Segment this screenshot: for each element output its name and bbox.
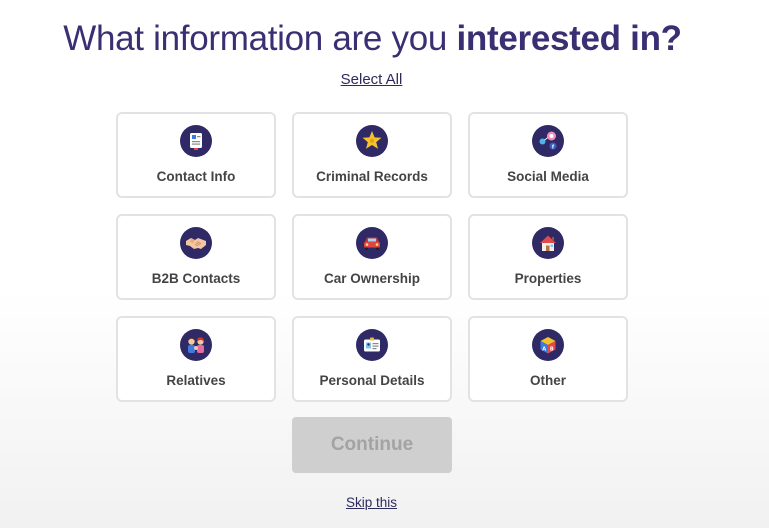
option-card-b2b-contacts[interactable]: B2B Contacts — [116, 214, 276, 300]
option-label: Contact Info — [156, 169, 236, 184]
svg-text:A: A — [542, 346, 546, 352]
option-label: Relatives — [166, 373, 226, 388]
id-badge-icon — [356, 329, 388, 361]
svg-text:B: B — [550, 346, 554, 352]
option-card-social-media[interactable]: f Social Media — [468, 112, 628, 198]
skip-link[interactable]: Skip this — [346, 495, 397, 510]
option-card-contact-info[interactable]: Contact Info — [116, 112, 276, 198]
house-icon — [532, 227, 564, 259]
option-label: Car Ownership — [323, 271, 421, 286]
social-network-icon: f — [532, 125, 564, 157]
option-label: Criminal Records — [316, 169, 428, 184]
contact-card-icon — [180, 125, 212, 157]
select-all-container: Select All — [0, 70, 743, 90]
option-label: Other — [529, 373, 566, 388]
option-label: Personal Details — [319, 373, 425, 388]
car-icon — [356, 227, 388, 259]
options-grid: Contact Info Criminal Records f Social M… — [116, 112, 628, 402]
handshake-icon — [180, 227, 212, 259]
page-title: What information are you interested in? — [0, 16, 745, 62]
option-card-personal-details[interactable]: Personal Details — [292, 316, 452, 402]
option-label: Properties — [514, 271, 582, 286]
option-card-other[interactable]: B A Other — [468, 316, 628, 402]
sheriff-star-icon — [356, 125, 388, 157]
option-card-criminal-records[interactable]: Criminal Records — [292, 112, 452, 198]
family-icon — [180, 329, 212, 361]
page-title-light: What information are you — [63, 19, 457, 58]
option-label: B2B Contacts — [151, 271, 241, 286]
select-all-link[interactable]: Select All — [341, 71, 403, 88]
option-card-relatives[interactable]: Relatives — [116, 316, 276, 402]
page-title-bold: interested in? — [456, 19, 682, 58]
option-card-car-ownership[interactable]: Car Ownership — [292, 214, 452, 300]
option-card-properties[interactable]: Properties — [468, 214, 628, 300]
cube-icon: B A — [532, 329, 564, 361]
skip-container: Skip this — [0, 494, 743, 512]
option-label: Social Media — [507, 169, 589, 184]
continue-button[interactable]: Continue — [292, 417, 452, 473]
